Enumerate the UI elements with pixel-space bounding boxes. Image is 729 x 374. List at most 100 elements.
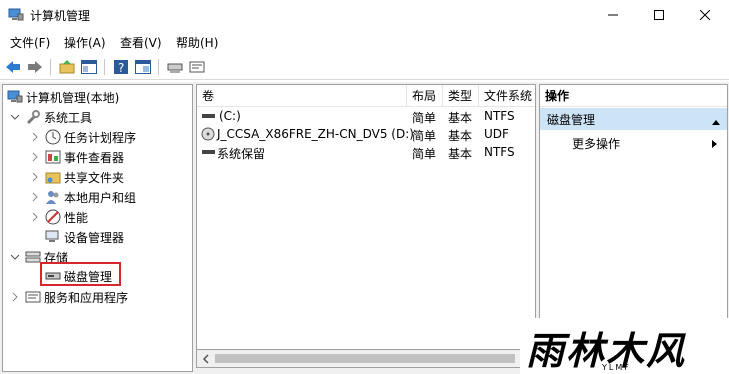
device-manager-icon <box>45 229 61 245</box>
tree-item-label: 设备管理器 <box>64 230 125 245</box>
column-header-volume[interactable]: 卷 <box>197 85 407 107</box>
svg-text:?: ? <box>118 61 124 75</box>
collapse-up-icon[interactable] <box>711 115 721 129</box>
title-bar: 计算机管理 <box>0 0 729 30</box>
tree-item-system-tools[interactable]: 系统工具 <box>9 107 92 127</box>
menu-view[interactable]: 查看(V) <box>120 34 162 51</box>
drive-icon <box>201 109 217 126</box>
toolbar-separator <box>104 59 105 75</box>
tree-item-services[interactable]: 服务和应用程序 <box>9 287 128 307</box>
tree-item-label: 任务计划程序 <box>64 130 137 145</box>
computer-management-icon <box>8 8 24 22</box>
more-actions-item[interactable]: 更多操作 <box>540 133 727 153</box>
menu-bar: 文件(F) 操作(A) 查看(V) 帮助(H) <box>0 31 729 53</box>
more-actions-label: 更多操作 <box>572 136 621 151</box>
watermark-subtext: YLMF <box>602 363 631 372</box>
filesystem-value: NTFS <box>484 109 515 123</box>
connect-icon <box>167 63 183 73</box>
tree-item-task-scheduler[interactable]: 任务计划程序 <box>29 127 136 147</box>
column-header-layout[interactable]: 布局 <box>407 85 443 107</box>
table-row[interactable]: (C:) 简单 基本 NTFS <box>197 108 535 126</box>
clock-icon <box>45 129 61 145</box>
view-icon <box>135 60 151 74</box>
tree-item-event-viewer[interactable]: 事件查看器 <box>29 147 124 167</box>
maximize-button[interactable] <box>636 0 682 30</box>
menu-action[interactable]: 操作(A) <box>64 34 106 51</box>
settings-icon <box>189 61 205 73</box>
back-button[interactable] <box>4 58 22 76</box>
computer-management-icon <box>7 89 23 105</box>
volume-name: (C:) <box>219 109 241 123</box>
storage-icon <box>25 249 41 265</box>
maximize-icon <box>654 10 664 20</box>
close-button[interactable] <box>682 0 728 30</box>
chevron-right-icon[interactable] <box>29 171 41 183</box>
chevron-right-icon[interactable] <box>29 131 41 143</box>
table-row[interactable]: 系统保留 简单 基本 NTFS <box>197 144 535 162</box>
forward-button[interactable] <box>26 58 44 76</box>
tree-item-label: 计算机管理(本地) <box>26 90 120 105</box>
volume-name: J_CCSA_X86FRE_ZH-CN_DV5 (D:) <box>217 127 414 141</box>
window-title: 计算机管理 <box>30 9 91 23</box>
chevron-right-icon[interactable] <box>9 291 21 303</box>
minimize-icon <box>608 14 618 16</box>
menu-file[interactable]: 文件(F) <box>10 34 50 51</box>
chevron-right-icon[interactable] <box>29 211 41 223</box>
close-icon <box>700 10 710 20</box>
dvd-icon <box>201 127 217 144</box>
tree-item-label: 事件查看器 <box>64 150 125 165</box>
console-tree: 计算机管理(本地) 系统工具 任务计划程序 事件查看器 共享文件夹 本地用户和组… <box>2 84 193 372</box>
properties-icon <box>81 60 97 74</box>
tree-item-label: 服务和应用程序 <box>44 290 129 305</box>
chevron-down-icon[interactable] <box>9 111 21 123</box>
layout-value: 简单 <box>412 129 437 143</box>
layout-value: 简单 <box>412 111 437 125</box>
tree-item-local-users[interactable]: 本地用户和组 <box>29 187 136 207</box>
chevron-right-icon[interactable] <box>29 191 41 203</box>
view-button[interactable] <box>134 58 152 76</box>
chevron-down-icon[interactable] <box>9 251 21 263</box>
back-icon <box>6 61 20 73</box>
drive-icon <box>201 145 217 162</box>
scroll-left-icon[interactable] <box>201 353 211 365</box>
tree-item-device-manager[interactable]: 设备管理器 <box>45 227 124 247</box>
event-viewer-icon <box>45 149 61 165</box>
help-button[interactable]: ? <box>112 58 130 76</box>
tree-item-label: 本地用户和组 <box>64 190 137 205</box>
tree-item-label: 共享文件夹 <box>64 170 125 185</box>
up-folder-icon <box>59 60 75 74</box>
users-icon <box>45 189 61 205</box>
chevron-right-icon[interactable] <box>29 151 41 163</box>
volume-name: 系统保留 <box>217 147 266 161</box>
type-value: 基本 <box>448 147 473 161</box>
selection-highlight <box>40 262 121 286</box>
chevron-right-icon <box>711 138 719 152</box>
settings-button[interactable] <box>188 58 206 76</box>
filesystem-value: UDF <box>484 127 509 141</box>
actions-section-label: 磁盘管理 <box>547 112 596 127</box>
tree-item-label: 性能 <box>64 210 89 225</box>
column-header-filesystem[interactable]: 文件系统 <box>479 85 535 107</box>
minimize-button[interactable] <box>590 0 636 30</box>
forward-icon <box>28 61 42 73</box>
layout-value: 简单 <box>412 147 437 161</box>
scrollbar-thumb[interactable] <box>215 354 515 363</box>
column-header-type[interactable]: 类型 <box>443 85 479 107</box>
actions-header: 操作 <box>540 85 727 107</box>
shared-folder-icon <box>45 169 61 185</box>
toolbar: ? <box>0 54 729 80</box>
menu-help[interactable]: 帮助(H) <box>176 34 218 51</box>
volume-list: 卷 布局 类型 文件系统 (C:) 简单 基本 NTFS J_CCSA_X86F… <box>196 84 536 350</box>
type-value: 基本 <box>448 111 473 125</box>
tree-item-performance[interactable]: 性能 <box>29 207 88 227</box>
connect-button[interactable] <box>166 58 184 76</box>
tree-item-shared-folders[interactable]: 共享文件夹 <box>29 167 124 187</box>
up-folder-button[interactable] <box>58 58 76 76</box>
actions-section-disk-management[interactable]: 磁盘管理 <box>540 108 727 130</box>
horizontal-scrollbar[interactable] <box>196 350 536 368</box>
table-row[interactable]: J_CCSA_X86FRE_ZH-CN_DV5 (D:) 简单 基本 UDF <box>197 126 535 144</box>
watermark-logo: 雨林木风 YLMF <box>520 318 729 374</box>
filesystem-value: NTFS <box>484 145 515 159</box>
tree-item-root[interactable]: 计算机管理(本地) <box>7 87 119 107</box>
show-hide-tree-button[interactable] <box>80 58 98 76</box>
